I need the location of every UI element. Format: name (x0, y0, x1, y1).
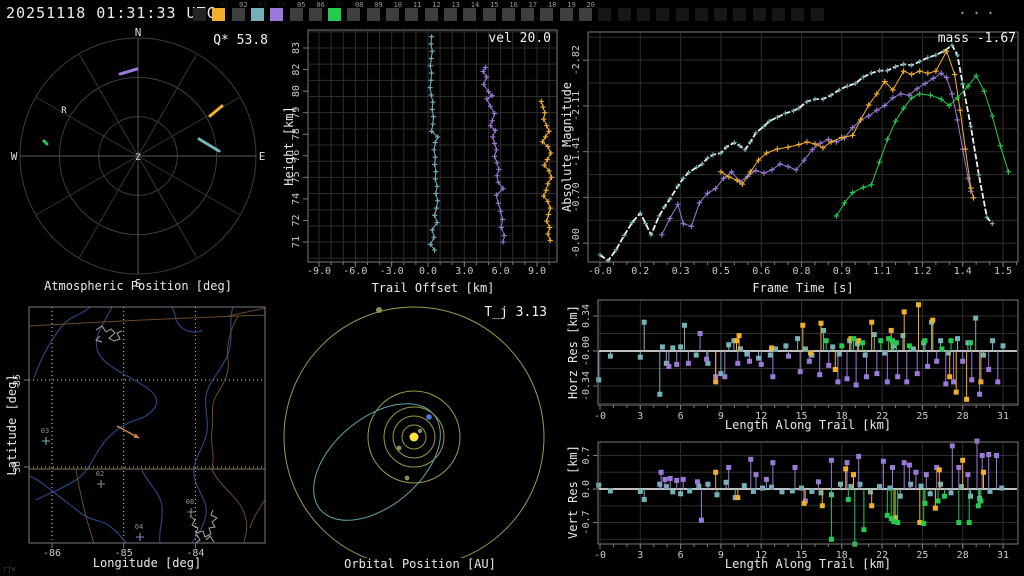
station-number: 01 (219, 1, 229, 9)
station-square-13[interactable]: 13 (443, 2, 460, 21)
station-number: 11 (412, 1, 422, 9)
horz-residuals-panel (562, 295, 1024, 435)
orbital-position-panel (280, 300, 562, 576)
station-square-blank (193, 8, 206, 21)
station-number: 13 (451, 1, 460, 9)
station-square-blank (810, 8, 824, 21)
station-square-16[interactable]: 16 (501, 2, 518, 21)
station-number: 12 (432, 1, 441, 9)
station-square-08[interactable]: 08 (347, 2, 363, 21)
station-square-18[interactable]: 18 (540, 2, 556, 21)
station-square-04[interactable]: 04 (270, 2, 286, 21)
station-square-06[interactable]: 06 (308, 2, 325, 21)
station-square-12[interactable]: 12 (424, 2, 441, 21)
tisserand-annotation: T_j 3.13 (484, 305, 547, 320)
ground-map-panel (0, 300, 280, 576)
station-number: 09 (374, 1, 383, 9)
station-number: 04 (277, 1, 287, 9)
station-status-strip: 01 02 03 04 05 06 07 08 09 10 11 12 13 14 15 16 17 18 19 20 (0, 0, 1024, 24)
trail-x-title: Trail Offset [km] (371, 281, 495, 295)
horz-res-y-title: Horz Res [km] (566, 305, 580, 399)
station-number: 18 (547, 1, 557, 9)
station-square-blank (675, 8, 689, 21)
station-square-blank (714, 8, 728, 21)
station-square-10[interactable]: 10 (386, 2, 402, 21)
station-square-blank (636, 8, 650, 21)
frame-time-x-title: Frame Time [s] (752, 281, 854, 295)
mass-annotation: mass -1.67 (937, 31, 1016, 46)
station-number: 15 (490, 1, 499, 9)
station-number: 20 (586, 1, 595, 9)
station-square-blank (598, 8, 612, 21)
orbital-x-title: Orbital Position [AU] (344, 557, 496, 571)
overflow-menu-icon[interactable]: ... (958, 0, 1000, 18)
station-square-15[interactable]: 15 (482, 2, 499, 21)
station-number: 14 (470, 1, 480, 9)
station-number: 19 (567, 1, 576, 9)
station-square-20[interactable]: 20 (579, 2, 595, 21)
atmospheric-position-panel (8, 25, 278, 300)
watermark: rjw (3, 565, 16, 573)
station-square-blank (617, 8, 631, 21)
station-square-blank (791, 8, 805, 21)
station-square-blank (656, 8, 670, 21)
longitude-x-title: Longitude [deg] (92, 556, 202, 570)
station-square-03[interactable]: 03 (250, 2, 267, 21)
station-square-11[interactable]: 11 (405, 2, 421, 21)
station-number: 07 (335, 1, 345, 9)
station-number: 06 (316, 1, 325, 9)
atmospheric-axis-title: Atmospheric Position [deg] (44, 279, 232, 293)
station-square-blank (752, 8, 766, 21)
abs-magnitude-y-title: Absolute Magnitude (560, 81, 574, 213)
station-number: 08 (354, 1, 364, 9)
height-y-title: Height [km] (282, 106, 296, 186)
station-number: 17 (528, 1, 538, 9)
station-number: 02 (239, 1, 248, 9)
station-square-19[interactable]: 19 (559, 2, 576, 21)
station-square-blank (694, 8, 708, 21)
horz-res-x-title: Length Along Trail [km] (724, 418, 892, 432)
station-square-14[interactable]: 14 (463, 2, 479, 21)
station-square-02[interactable]: 02 (231, 2, 248, 21)
trail-offset-panel (280, 25, 562, 300)
vert-res-x-title: Length Along Trail [km] (724, 557, 892, 571)
light-curve-panel (562, 25, 1024, 300)
station-number: 10 (393, 1, 402, 9)
station-number: 16 (509, 1, 518, 9)
station-square-07[interactable]: 07 (328, 2, 344, 21)
station-square-blank (772, 8, 785, 21)
latitude-y-title: Latitude [deg] (5, 374, 19, 476)
q-star-annotation: Q* 53.8 (213, 33, 268, 48)
station-number: 05 (297, 1, 306, 9)
station-square-05[interactable]: 05 (289, 2, 306, 21)
meteor-dashboard: N S W E Z R -9.0 -6.0 -3.0 0.0 3.0 6.0 9.0 83 82 80 79 78… (0, 0, 1024, 576)
station-square-blank (733, 8, 747, 21)
velocity-annotation: vel 20.0 (488, 31, 551, 46)
station-number: 03 (258, 1, 267, 9)
station-square-17[interactable]: 17 (521, 2, 537, 21)
vert-res-y-title: Vert Res [km] (566, 445, 580, 539)
station-square-01[interactable]: 01 (212, 2, 228, 21)
station-square-09[interactable]: 09 (366, 2, 383, 21)
vert-residuals-panel (562, 432, 1024, 576)
